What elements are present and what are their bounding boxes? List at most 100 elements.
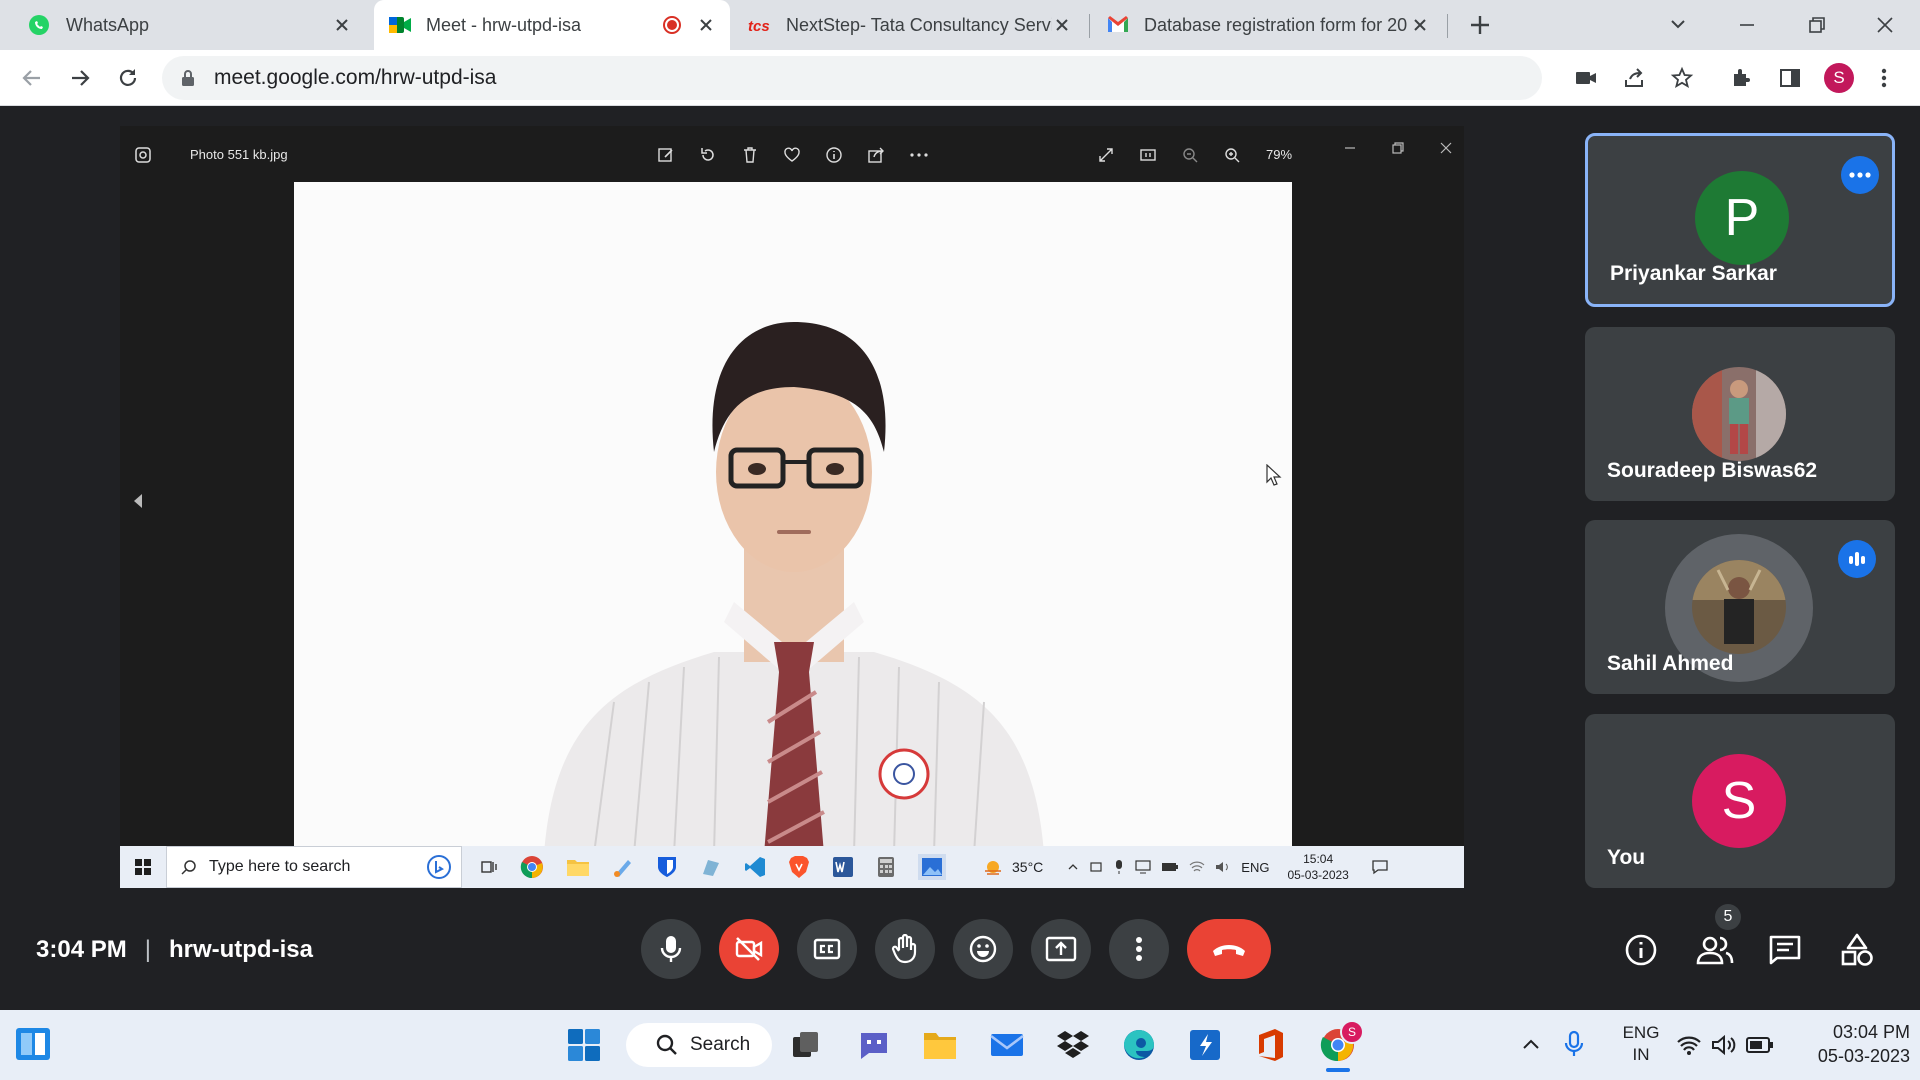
- url-text[interactable]: meet.google.com/hrw-utpd-isa: [214, 66, 496, 90]
- chrome-profile-badge: S: [1340, 1020, 1364, 1044]
- tab-separator: [1447, 14, 1448, 38]
- new-tab-icon[interactable]: [1468, 13, 1492, 37]
- battery-icon: [1161, 861, 1179, 873]
- microphone-icon[interactable]: [1564, 1030, 1584, 1058]
- tab-tcs-nextstep[interactable]: tcs NextStep- Tata Consultancy Servi: [734, 0, 1086, 50]
- edge-icon[interactable]: [1119, 1025, 1159, 1065]
- gmail-icon: [1106, 14, 1128, 36]
- tab-label: Database registration form for 20: [1144, 14, 1408, 35]
- participant-tile-sahil[interactable]: Sahil Ahmed: [1585, 520, 1895, 694]
- rotate-icon: [699, 146, 717, 164]
- input-language-indicator[interactable]: ENG IN: [1606, 1022, 1676, 1066]
- office-icon[interactable]: [1251, 1025, 1291, 1065]
- closed-captions-icon: [813, 937, 841, 961]
- present-screen-button[interactable]: [1031, 919, 1091, 979]
- side-panel-icon[interactable]: [1778, 66, 1802, 90]
- share-icon[interactable]: [1622, 66, 1646, 90]
- close-icon[interactable]: [696, 15, 716, 35]
- avatar: [1692, 560, 1786, 654]
- meeting-time: 3:04 PM: [36, 936, 127, 963]
- display-icon: [1135, 860, 1151, 874]
- more-options-icon[interactable]: [1841, 156, 1879, 194]
- widgets-icon[interactable]: [14, 1026, 52, 1062]
- info-icon: [825, 146, 843, 164]
- close-icon[interactable]: [332, 15, 352, 35]
- chrome-menu-icon[interactable]: [1878, 66, 1890, 90]
- word-icon: [832, 856, 854, 878]
- dropbox-icon[interactable]: [1053, 1025, 1093, 1065]
- tab-label: NextStep- Tata Consultancy Servi: [786, 14, 1052, 35]
- taskbar-search-button[interactable]: Search: [626, 1023, 772, 1067]
- window-close-icon[interactable]: [1874, 14, 1896, 36]
- close-icon[interactable]: [1410, 15, 1430, 35]
- file-explorer-icon[interactable]: [920, 1025, 960, 1065]
- notification-icon: [1371, 859, 1389, 875]
- meeting-details: 3:04 PM | hrw-utpd-isa: [36, 930, 313, 970]
- edit-image-icon: [657, 146, 675, 164]
- close-icon[interactable]: [1052, 15, 1072, 35]
- more-options-icon: [908, 146, 930, 164]
- people-button[interactable]: [1696, 933, 1734, 967]
- reactions-button[interactable]: [953, 919, 1013, 979]
- participant-name: Sahil Ahmed: [1607, 652, 1734, 675]
- meeting-details-button[interactable]: [1624, 933, 1658, 967]
- back-arrow-icon[interactable]: [20, 66, 44, 90]
- camera-in-use-icon[interactable]: [1574, 66, 1598, 90]
- present-to-all-icon: [1045, 936, 1077, 962]
- participant-tile-you[interactable]: S You: [1585, 714, 1895, 888]
- windows-start-icon[interactable]: [564, 1025, 604, 1065]
- participant-name: Souradeep Biswas62: [1607, 459, 1818, 482]
- emoji-icon: [968, 934, 998, 964]
- teams-chat-icon[interactable]: [854, 1025, 894, 1065]
- extensions-puzzle-icon[interactable]: [1730, 66, 1754, 90]
- forward-arrow-icon[interactable]: [68, 66, 92, 90]
- volume-icon[interactable]: [1711, 1034, 1737, 1056]
- tab-gmail-database-form[interactable]: Database registration form for 20: [1092, 0, 1444, 50]
- minimize-icon[interactable]: [1736, 14, 1758, 36]
- restore-icon[interactable]: [1806, 14, 1828, 36]
- wifi-icon[interactable]: [1676, 1034, 1702, 1056]
- address-bar[interactable]: meet.google.com/hrw-utpd-isa: [162, 56, 1542, 100]
- participant-tile-priyankar[interactable]: P Priyankar Sarkar: [1585, 133, 1895, 307]
- avatar: [1692, 367, 1786, 461]
- file-explorer-icon: [566, 856, 590, 878]
- photos-app-icon: [134, 146, 152, 164]
- hang-up-icon: [1210, 940, 1248, 958]
- language-line: ENG: [1622, 1023, 1660, 1042]
- mail-icon[interactable]: [987, 1025, 1027, 1065]
- participant-tile-souradeep[interactable]: Souradeep Biswas62: [1585, 327, 1895, 501]
- active-app-indicator: [1326, 1068, 1350, 1072]
- more-options-button[interactable]: [1109, 919, 1169, 979]
- people-count-badge: 5: [1715, 904, 1741, 930]
- profile-avatar[interactable]: S: [1824, 63, 1854, 93]
- microphone-button[interactable]: [641, 919, 701, 979]
- battery-icon[interactable]: [1746, 1036, 1774, 1054]
- show-hidden-icons-chevron-icon[interactable]: [1520, 1034, 1542, 1056]
- search-icon: [181, 859, 197, 875]
- chat-icon: [1768, 934, 1802, 966]
- tab-separator: [1089, 14, 1090, 38]
- raise-hand-button[interactable]: [875, 919, 935, 979]
- fullscreen-icon: [1097, 146, 1115, 164]
- leave-call-button[interactable]: [1187, 919, 1271, 979]
- mouse-cursor-icon: [1266, 464, 1282, 486]
- chat-button[interactable]: [1768, 934, 1802, 966]
- reload-icon[interactable]: [116, 66, 140, 90]
- clock-date: 05-03-2023: [1817, 1046, 1910, 1066]
- tab-meet[interactable]: Meet - hrw-utpd-isa: [374, 0, 730, 50]
- meeting-separator: |: [144, 936, 151, 963]
- lock-icon[interactable]: [180, 69, 196, 87]
- bookmark-star-icon[interactable]: [1670, 66, 1694, 90]
- app-shortcut-icon[interactable]: [1185, 1025, 1225, 1065]
- google-meet-icon: [388, 14, 411, 36]
- photo-viewer-toolbar: Photo 551 kb.jpg 79%: [120, 126, 1464, 182]
- task-view-icon[interactable]: [786, 1025, 826, 1065]
- captions-button[interactable]: [797, 919, 857, 979]
- taskbar-clock[interactable]: 03:04 PM 05-03-2023: [1790, 1020, 1910, 1068]
- student-photo: [294, 182, 1292, 854]
- activities-button[interactable]: [1840, 933, 1874, 967]
- camera-off-button[interactable]: [719, 919, 779, 979]
- tab-whatsapp[interactable]: WhatsApp: [14, 0, 366, 50]
- chrome-icon: [520, 855, 544, 879]
- tab-search-chevron-icon[interactable]: [1668, 14, 1688, 34]
